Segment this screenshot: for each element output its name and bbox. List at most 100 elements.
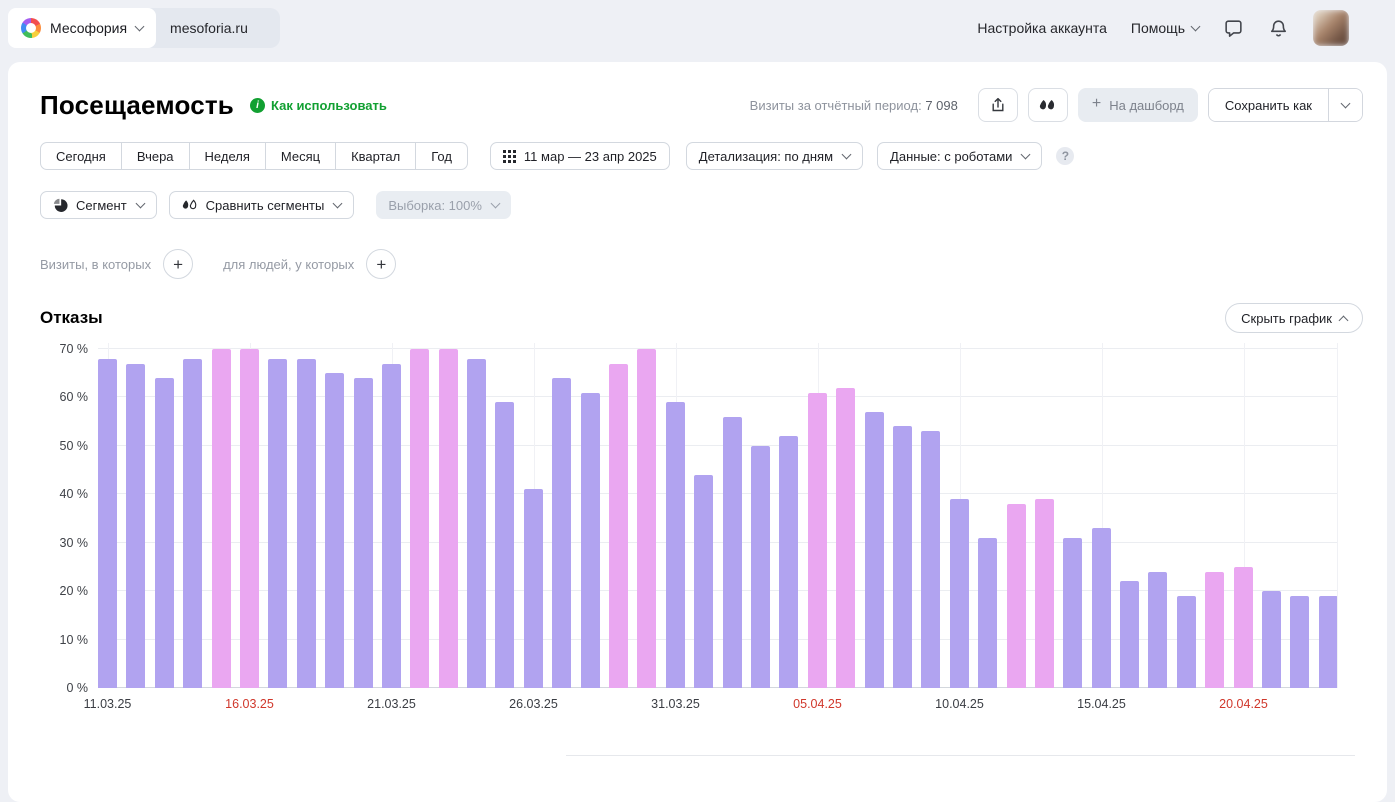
hide-chart-button[interactable]: Скрыть график — [1225, 303, 1363, 333]
help-icon[interactable]: ? — [1056, 147, 1074, 165]
y-axis-label: 50 % — [60, 439, 89, 453]
add-people-condition-button[interactable]: + — [366, 249, 396, 279]
pie-chart-icon — [53, 198, 68, 213]
bar-24.03.25[interactable] — [467, 359, 486, 688]
info-icon: i — [250, 98, 265, 113]
bar-28.03.25[interactable] — [581, 393, 600, 688]
chevron-down-icon — [1021, 149, 1031, 159]
help-menu[interactable]: Помощь — [1131, 20, 1199, 36]
bell-icon — [1268, 18, 1289, 39]
bar-12.03.25[interactable] — [126, 364, 145, 688]
visits-summary: Визиты за отчётный период: 7 098 — [750, 98, 958, 113]
bar-02.04.25[interactable] — [723, 417, 742, 688]
avatar[interactable] — [1313, 10, 1349, 46]
bar-17.03.25[interactable] — [268, 359, 287, 688]
bar-10.04.25[interactable] — [950, 499, 969, 688]
bar-07.04.25[interactable] — [865, 412, 884, 688]
period-year[interactable]: Год — [415, 142, 468, 170]
bar-20.03.25[interactable] — [354, 378, 373, 688]
bar-29.03.25[interactable] — [609, 364, 628, 688]
bar-01.04.25[interactable] — [694, 475, 713, 688]
bar-13.03.25[interactable] — [155, 378, 174, 688]
period-month[interactable]: Месяц — [265, 142, 336, 170]
sampling-dropdown[interactable]: Выборка: 100% — [376, 191, 511, 219]
segment-dropdown[interactable]: Сегмент — [40, 191, 157, 219]
bar-16.03.25[interactable] — [240, 349, 259, 688]
plus-icon: + — [1092, 96, 1101, 112]
bar-19.04.25[interactable] — [1205, 572, 1224, 688]
save-as-button[interactable]: Сохранить как — [1209, 89, 1328, 121]
bar-06.04.25[interactable] — [836, 388, 855, 688]
period-week[interactable]: Неделя — [189, 142, 266, 170]
chevron-down-icon — [135, 21, 145, 31]
bar-15.03.25[interactable] — [212, 349, 231, 688]
date-range-button[interactable]: 11 мар — 23 апр 2025 — [490, 142, 670, 170]
bar-22.03.25[interactable] — [410, 349, 429, 688]
bar-16.04.25[interactable] — [1120, 581, 1139, 688]
how-to-use-link[interactable]: i Как использовать — [250, 98, 387, 113]
bar-21.03.25[interactable] — [382, 364, 401, 688]
bar-25.03.25[interactable] — [495, 402, 514, 688]
metrica-logo-icon — [21, 18, 41, 38]
bar-22.04.25[interactable] — [1290, 596, 1309, 688]
bar-23.04.25[interactable] — [1319, 596, 1338, 688]
counter-switcher[interactable]: Месофория — [8, 8, 156, 48]
site-domain: mesoforia.ru — [170, 20, 248, 36]
bar-17.04.25[interactable] — [1148, 572, 1167, 688]
bar-14.03.25[interactable] — [183, 359, 202, 688]
bar-11.04.25[interactable] — [978, 538, 997, 688]
counter-group: Месофория mesoforia.ru — [8, 8, 280, 48]
period-quarter[interactable]: Квартал — [335, 142, 416, 170]
bar-08.04.25[interactable] — [893, 426, 912, 688]
notifications-button[interactable] — [1268, 18, 1289, 39]
bar-30.03.25[interactable] — [637, 349, 656, 688]
export-button[interactable] — [978, 88, 1018, 122]
chevron-down-icon — [135, 198, 145, 208]
bar-18.03.25[interactable] — [297, 359, 316, 688]
bar-31.03.25[interactable] — [666, 402, 685, 688]
data-mode-dropdown[interactable]: Данные: с роботами — [877, 142, 1042, 170]
x-axis: 11.03.2516.03.2521.03.2526.03.2531.03.25… — [98, 688, 1338, 712]
account-settings-link[interactable]: Настройка аккаунта — [977, 20, 1107, 36]
chevron-down-icon — [842, 149, 852, 159]
bar-11.03.25[interactable] — [98, 359, 117, 688]
bar-26.03.25[interactable] — [524, 489, 543, 688]
chevron-down-icon — [490, 198, 500, 208]
widgets-button[interactable] — [1028, 88, 1068, 122]
bar-14.04.25[interactable] — [1063, 538, 1082, 688]
chat-button[interactable] — [1223, 18, 1244, 39]
add-visit-condition-button[interactable]: + — [163, 249, 193, 279]
x-axis-label: 16.03.25 — [225, 697, 274, 711]
chat-icon — [1223, 18, 1244, 39]
y-axis-label: 30 % — [60, 536, 89, 550]
bar-09.04.25[interactable] — [921, 431, 940, 688]
y-axis-label: 0 % — [66, 681, 88, 695]
bar-15.04.25[interactable] — [1092, 528, 1111, 688]
metrica-mark-icon — [1039, 99, 1056, 112]
period-today[interactable]: Сегодня — [40, 142, 122, 170]
bar-27.03.25[interactable] — [552, 378, 571, 688]
bar-23.03.25[interactable] — [439, 349, 458, 688]
segment-filter-row: Сегмент Сравнить сегменты Выборка: 100% — [40, 191, 1363, 219]
x-axis-label: 20.04.25 — [1219, 697, 1268, 711]
bar-03.04.25[interactable] — [751, 446, 770, 688]
x-axis-label: 21.03.25 — [367, 697, 416, 711]
segment-builder-row: Визиты, в которых + для людей, у которых… — [40, 249, 1363, 279]
bar-04.04.25[interactable] — [779, 436, 798, 688]
x-axis-label: 05.04.25 — [793, 697, 842, 711]
bar-21.04.25[interactable] — [1262, 591, 1281, 688]
period-yesterday[interactable]: Вчера — [121, 142, 190, 170]
bar-12.04.25[interactable] — [1007, 504, 1026, 688]
compare-segments-dropdown[interactable]: Сравнить сегменты — [169, 191, 355, 219]
people-condition-label: для людей, у которых — [223, 257, 354, 272]
add-to-dashboard-button[interactable]: + На дашборд — [1078, 88, 1198, 122]
detalization-dropdown[interactable]: Детализация: по дням — [686, 142, 863, 170]
bar-19.03.25[interactable] — [325, 373, 344, 688]
bar-18.04.25[interactable] — [1177, 596, 1196, 688]
bar-20.04.25[interactable] — [1234, 567, 1253, 688]
bar-13.04.25[interactable] — [1035, 499, 1054, 688]
save-as-group: Сохранить как — [1208, 88, 1363, 122]
bar-05.04.25[interactable] — [808, 393, 827, 688]
x-axis-label: 11.03.25 — [84, 697, 132, 711]
save-as-dropdown-button[interactable] — [1328, 89, 1362, 121]
